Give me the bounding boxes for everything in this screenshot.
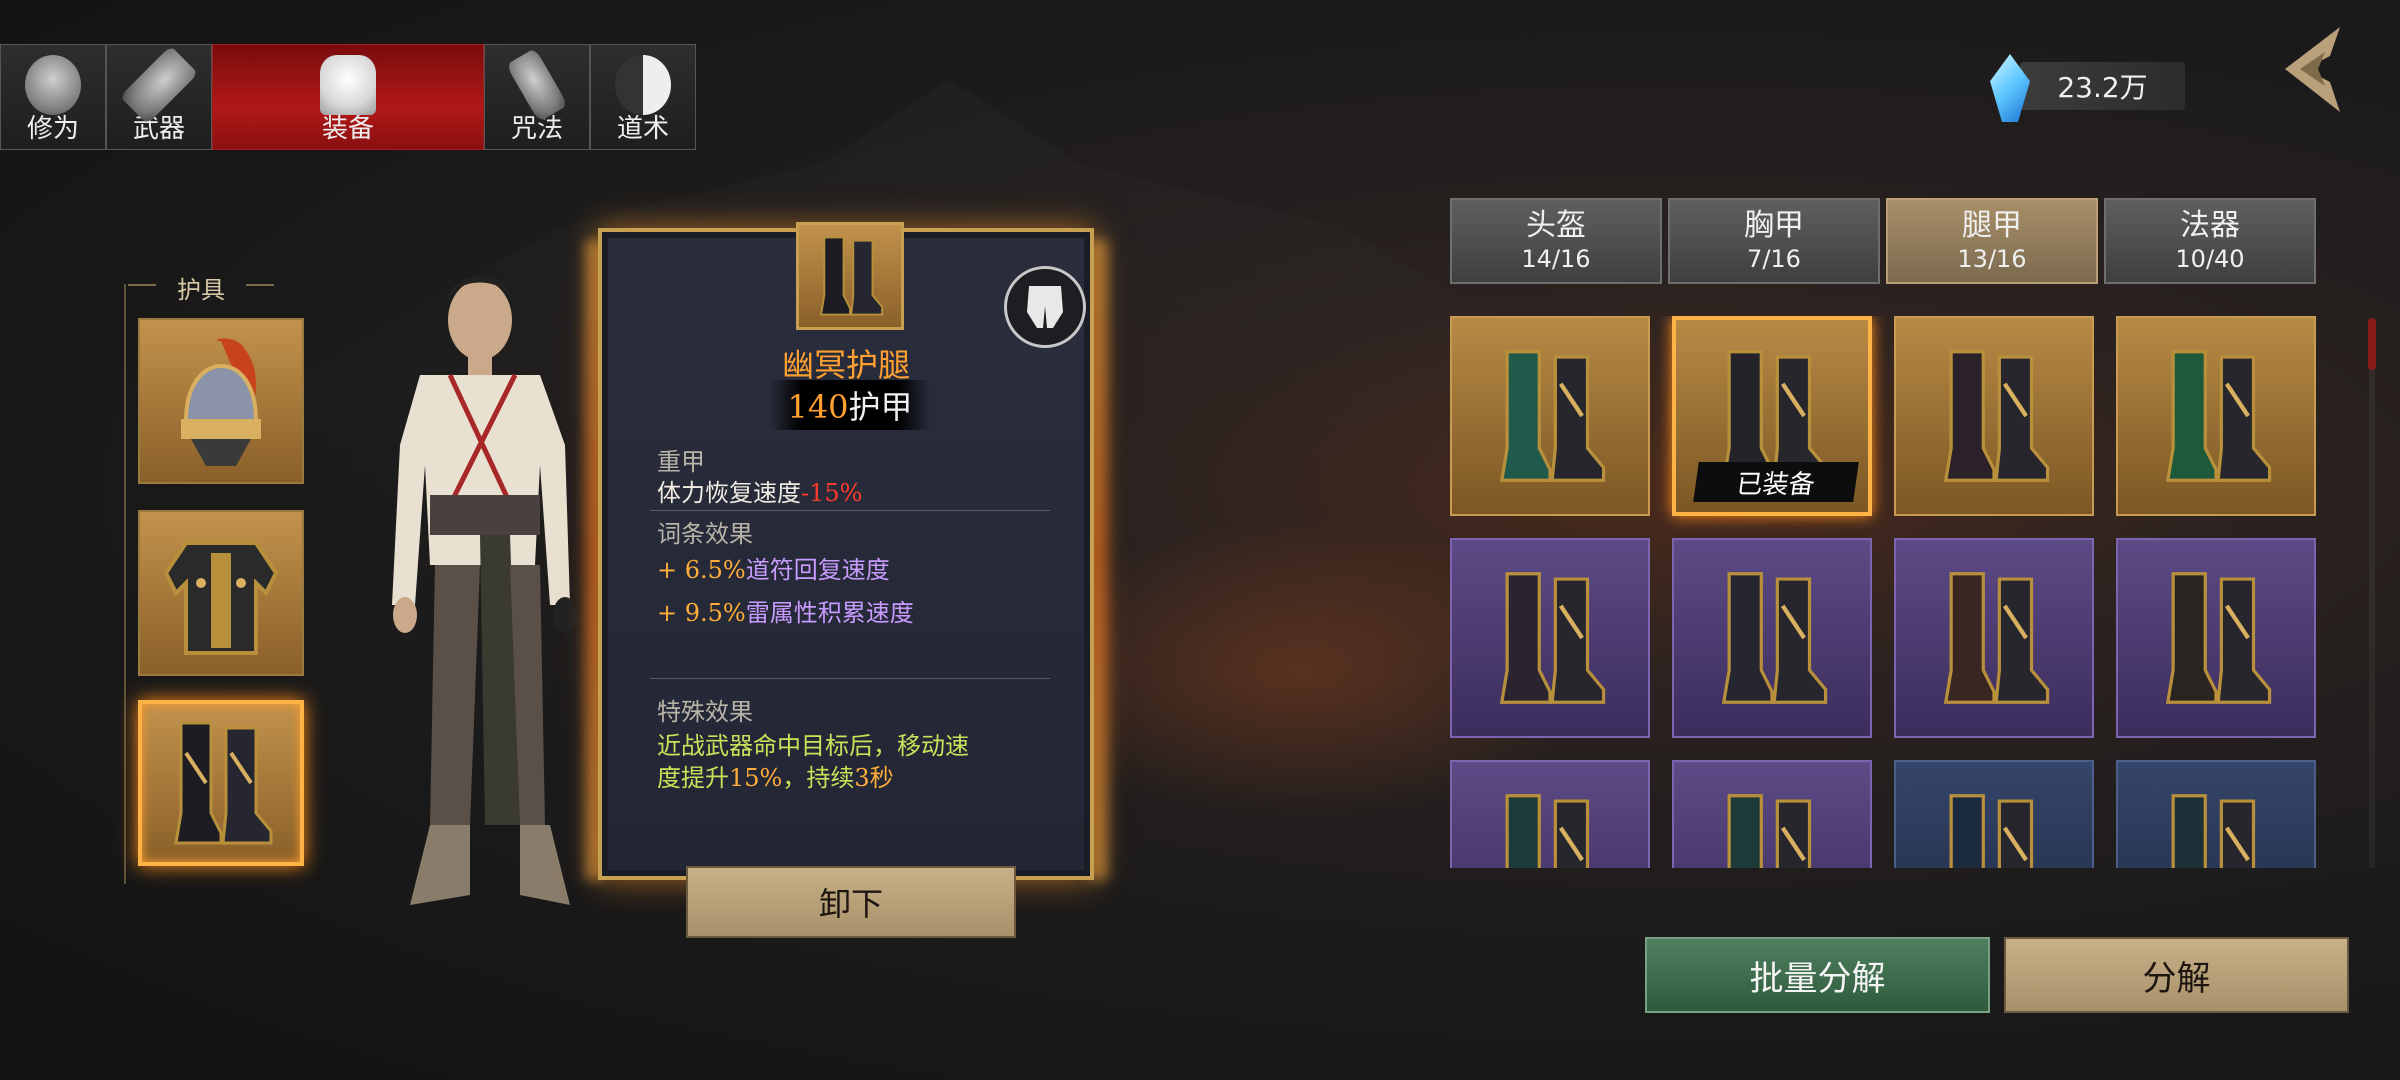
tab-spell[interactable]: 咒法 bbox=[484, 44, 590, 150]
inventory-item[interactable] bbox=[1672, 760, 1872, 868]
protector-label: 护具 bbox=[126, 270, 276, 304]
character-model bbox=[370, 265, 620, 925]
penalty-line: 体力恢复速度-15% bbox=[657, 473, 862, 508]
taiji-icon bbox=[615, 55, 671, 115]
inventory-item[interactable]: 已装备 bbox=[1672, 316, 1872, 516]
tab-chest[interactable]: 胸甲 7/16 bbox=[1668, 198, 1880, 284]
cultivation-icon bbox=[25, 55, 81, 115]
affix-value: + 6.5% bbox=[657, 556, 746, 584]
affix-text: 雷属性积累速度 bbox=[745, 599, 914, 627]
category-tabs: 头盔 14/16 胸甲 7/16 腿甲 13/16 法器 10/40 bbox=[1450, 198, 2318, 284]
divider bbox=[650, 678, 1050, 679]
decompose-button[interactable]: 分解 bbox=[2004, 937, 2349, 1013]
scroll-track bbox=[2369, 318, 2375, 868]
leg-armor-type-icon bbox=[1004, 266, 1086, 348]
affix-value: + 9.5% bbox=[657, 599, 746, 627]
boots-icon bbox=[174, 721, 273, 845]
affix-line-1: + 6.5%道符回复速度 bbox=[657, 550, 890, 585]
unequip-button[interactable]: 卸下 bbox=[686, 866, 1016, 938]
inventory-item[interactable] bbox=[1894, 760, 2094, 868]
boots-icon bbox=[2165, 350, 2272, 482]
robe-icon bbox=[320, 55, 376, 115]
category-name: 胸甲 bbox=[1744, 208, 1804, 243]
inventory-item[interactable] bbox=[2116, 538, 2316, 738]
tab-legs[interactable]: 腿甲 13/16 bbox=[1886, 198, 2098, 284]
boots-icon bbox=[1943, 350, 2050, 482]
tab-artifact[interactable]: 法器 10/40 bbox=[2104, 198, 2316, 284]
currency-value: 23.2万 bbox=[2020, 62, 2185, 110]
penalty-text: 体力恢复速度 bbox=[657, 479, 801, 507]
back-arrow-icon bbox=[2285, 27, 2340, 112]
special-text-part: ，持续 bbox=[782, 764, 855, 792]
inventory-item[interactable] bbox=[1894, 538, 2094, 738]
tab-weapon[interactable]: 武器 bbox=[106, 44, 212, 150]
boots-icon bbox=[1505, 794, 1590, 868]
penalty-value: -15% bbox=[801, 479, 863, 507]
armor-number: 140 bbox=[787, 388, 849, 426]
category-count: 7/16 bbox=[1747, 245, 1801, 273]
helmet-icon bbox=[181, 338, 261, 466]
divider bbox=[650, 510, 1050, 511]
inventory-item[interactable] bbox=[1672, 538, 1872, 738]
slot-chest-armor[interactable] bbox=[138, 510, 304, 676]
affix-text: 道符回复速度 bbox=[745, 556, 890, 584]
back-button[interactable] bbox=[2270, 22, 2350, 117]
boots-icon bbox=[1727, 794, 1812, 868]
slot-leg-armor[interactable] bbox=[138, 700, 304, 866]
special-text-part: 近战武器命中目标后，移动速 bbox=[657, 732, 969, 760]
boots-icon bbox=[2171, 794, 2256, 868]
weapon-icon bbox=[119, 45, 199, 125]
category-name: 法器 bbox=[2180, 208, 2240, 243]
chest-armor-icon bbox=[163, 541, 279, 655]
inventory-item[interactable] bbox=[2116, 316, 2316, 516]
special-title: 特殊效果 bbox=[657, 698, 753, 726]
inventory-item[interactable] bbox=[1450, 538, 1650, 738]
scrollbar-thumb[interactable] bbox=[2368, 318, 2376, 370]
inventory-item[interactable] bbox=[1894, 316, 2094, 516]
boots-icon bbox=[819, 236, 884, 316]
inventory-grid: 已装备 bbox=[1450, 316, 2318, 868]
special-duration: 3秒 bbox=[854, 764, 894, 792]
category-count: 10/40 bbox=[2175, 245, 2245, 273]
category-count: 14/16 bbox=[1521, 245, 1591, 273]
boots-icon bbox=[1949, 794, 2034, 868]
special-text-part: 度提升 bbox=[657, 764, 729, 792]
boots-icon bbox=[1499, 572, 1606, 704]
category-name: 头盔 bbox=[1526, 208, 1586, 243]
inventory-item[interactable] bbox=[1450, 760, 1650, 868]
bulk-decompose-button[interactable]: 批量分解 bbox=[1645, 937, 1990, 1013]
boots-icon bbox=[1499, 350, 1606, 482]
equipped-badge: 已装备 bbox=[1693, 462, 1859, 502]
inventory-item[interactable] bbox=[2116, 760, 2316, 868]
inventory-item[interactable] bbox=[1450, 316, 1650, 516]
currency-display: 23.2万 bbox=[1990, 54, 2190, 122]
category-name: 腿甲 bbox=[1962, 208, 2022, 243]
tab-equipment[interactable]: 装备 bbox=[212, 44, 484, 150]
item-thumbnail bbox=[796, 222, 904, 330]
special-effect-text: 近战武器命中目标后，移动速 度提升15%，持续3秒 bbox=[657, 730, 1057, 794]
armor-unit: 护甲 bbox=[848, 388, 913, 426]
tab-taoism[interactable]: 道术 bbox=[590, 44, 696, 150]
tab-cultivation[interactable]: 修为 bbox=[0, 44, 106, 150]
special-percent: 15% bbox=[729, 764, 783, 792]
main-tab-bar: 修为 武器 装备 咒法 道术 bbox=[0, 44, 696, 152]
category-count: 13/16 bbox=[1957, 245, 2027, 273]
slot-helmet[interactable] bbox=[138, 318, 304, 484]
affix-line-2: + 9.5%雷属性积累速度 bbox=[657, 593, 914, 628]
tab-helmet[interactable]: 头盔 14/16 bbox=[1450, 198, 1662, 284]
armor-type-label: 重甲 bbox=[657, 448, 705, 476]
boots-icon bbox=[1943, 572, 2050, 704]
affix-title: 词条效果 bbox=[657, 520, 753, 548]
armor-value: 140护甲 bbox=[770, 380, 930, 430]
boots-icon bbox=[1721, 572, 1828, 704]
boots-icon bbox=[2165, 572, 2272, 704]
